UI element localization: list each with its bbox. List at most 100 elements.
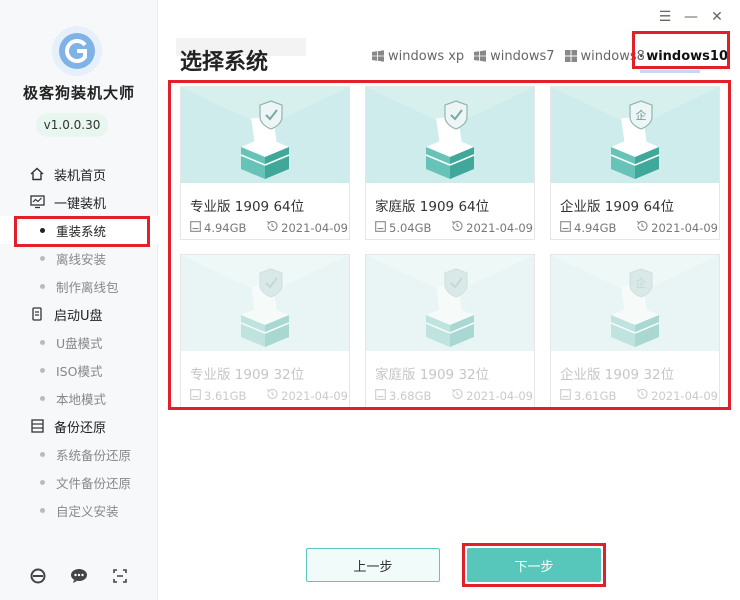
bullet-icon <box>40 339 45 345</box>
backup-icon <box>28 417 46 435</box>
sidebar-item[interactable]: 一键装机 <box>0 188 158 216</box>
windows-icon <box>640 54 643 58</box>
system-name: 专业版 1909 32位 <box>190 367 305 383</box>
system-name: 家庭版 1909 64位 <box>375 199 490 215</box>
bullet-icon <box>40 367 45 373</box>
system-illustration <box>181 87 349 183</box>
system-size: 3.61GB <box>574 388 617 403</box>
sidebar-item[interactable]: ISO模式 <box>0 356 158 384</box>
sidebar-item-label: U盘模式 <box>56 335 103 351</box>
os-tabs: windows xp windows7 windows8 windows10 <box>372 44 728 68</box>
system-meta: 4.94GB 2021-04-09 <box>560 220 718 235</box>
scan-icon[interactable] <box>110 566 130 586</box>
sidebar-item[interactable]: 启动U盘 <box>0 300 158 328</box>
svg-text:企: 企 <box>636 108 647 122</box>
sidebar-item-label: ISO模式 <box>56 363 103 379</box>
tab-windows10[interactable]: windows10 <box>640 49 728 64</box>
system-name: 家庭版 1909 32位 <box>375 367 490 383</box>
system-date: 2021-04-09 <box>466 388 533 403</box>
history-icon <box>451 220 463 235</box>
sidebar-item[interactable]: 备份还原 <box>0 412 158 440</box>
system-size: 3.61GB <box>204 388 247 403</box>
tab-windows7[interactable]: windows7 <box>474 49 555 64</box>
system-meta: 3.61GB 2021-04-09 <box>560 388 718 403</box>
windows-icon <box>372 50 384 62</box>
sidebar-item[interactable]: 系统备份还原 <box>0 440 158 468</box>
sidebar-item[interactable]: 本地模式 <box>0 384 158 412</box>
system-card[interactable]: 家庭版 1909 64位 5.04GB 2021-04-09 <box>365 86 535 240</box>
system-illustration <box>366 255 534 351</box>
system-date: 2021-04-09 <box>651 220 718 235</box>
sidebar-item-label: 本地模式 <box>56 391 107 407</box>
sidebar: 极客狗装机大师 v1.0.0.30 装机首页一键装机重装系统离线安装制作离线包启… <box>0 0 158 600</box>
system-card[interactable]: 专业版 1909 64位 4.94GB 2021-04-09 <box>180 86 350 240</box>
bullet-icon <box>40 395 45 401</box>
history-icon <box>266 220 278 235</box>
sidebar-footer <box>0 566 158 586</box>
tab-windows8[interactable]: windows8 <box>564 49 645 64</box>
sidebar-item-label: 备份还原 <box>54 420 107 436</box>
bullet-icon <box>40 479 45 485</box>
prev-button[interactable]: 上一步 <box>306 548 440 582</box>
bullet-icon <box>40 283 45 289</box>
system-meta: 4.94GB 2021-04-09 <box>190 220 348 235</box>
system-grid: 专业版 1909 64位 4.94GB 2021-04-09 家庭版 1909 64位… <box>180 86 720 408</box>
system-illustration: 企 <box>551 87 719 183</box>
bullet-icon <box>40 255 45 261</box>
sidebar-item-label: 离线安装 <box>56 251 107 267</box>
sidebar-item[interactable]: 重装系统 <box>0 216 158 244</box>
sidebar-item[interactable]: U盘模式 <box>0 328 158 356</box>
sidebar-item[interactable]: 装机首页 <box>0 160 158 188</box>
disk-icon <box>375 388 386 403</box>
active-tab-indicator <box>640 70 700 73</box>
sidebar-item-label: 一键装机 <box>54 196 107 212</box>
system-name: 企业版 1909 32位 <box>560 367 675 383</box>
sidebar-item[interactable]: 离线安装 <box>0 244 158 272</box>
sidebar-item-label: 制作离线包 <box>56 279 119 295</box>
monitor-icon <box>28 193 46 211</box>
windows-icon <box>474 50 487 62</box>
system-meta: 3.61GB 2021-04-09 <box>190 388 348 403</box>
sidebar-item[interactable]: 制作离线包 <box>0 272 158 300</box>
system-card[interactable]: 企企业版 1909 32位 3.61GB 2021-04-09 <box>550 254 720 408</box>
system-card[interactable]: 企企业版 1909 64位 4.94GB 2021-04-09 <box>550 86 720 240</box>
close-icon[interactable]: ✕ <box>710 9 724 25</box>
system-date: 2021-04-09 <box>651 388 718 403</box>
app-logo <box>52 26 102 76</box>
sidebar-item[interactable]: 文件备份还原 <box>0 468 158 496</box>
minimize-icon[interactable]: — <box>684 9 698 25</box>
home-icon <box>28 165 46 183</box>
system-size: 3.68GB <box>389 388 432 403</box>
window-controls: ☰ — ✕ <box>658 9 724 25</box>
sidebar-item[interactable]: 自定义安装 <box>0 496 158 524</box>
disk-icon <box>560 388 571 403</box>
svg-text:企: 企 <box>636 276 647 290</box>
system-name: 企业版 1909 64位 <box>560 199 675 215</box>
browser-icon[interactable] <box>28 566 48 586</box>
history-icon <box>636 220 648 235</box>
disk-icon <box>190 388 201 403</box>
usb-icon <box>28 305 46 323</box>
history-icon <box>266 388 278 403</box>
chat-icon[interactable] <box>69 566 89 586</box>
system-illustration <box>181 255 349 351</box>
app-name: 极客狗装机大师 <box>22 84 135 102</box>
system-date: 2021-04-09 <box>281 220 348 235</box>
system-card[interactable]: 专业版 1909 32位 3.61GB 2021-04-09 <box>180 254 350 408</box>
system-meta: 3.68GB 2021-04-09 <box>375 388 533 403</box>
sidebar-item-label: 启动U盘 <box>54 308 103 324</box>
system-date: 2021-04-09 <box>466 220 533 235</box>
next-button[interactable]: 下一步 <box>467 548 601 582</box>
system-card[interactable]: 家庭版 1909 32位 3.68GB 2021-04-09 <box>365 254 535 408</box>
system-date: 2021-04-09 <box>281 388 348 403</box>
version-badge: v1.0.0.30 <box>36 113 108 137</box>
sidebar-item-label: 文件备份还原 <box>56 475 132 491</box>
bullet-icon <box>40 227 45 233</box>
menu-icon[interactable]: ☰ <box>658 9 672 25</box>
history-icon <box>636 388 648 403</box>
tab-windows-xp[interactable]: windows xp <box>372 49 464 64</box>
history-icon <box>451 388 463 403</box>
sidebar-item-label: 系统备份还原 <box>56 447 132 463</box>
sidebar-item-label: 重装系统 <box>56 223 107 239</box>
disk-icon <box>190 220 201 235</box>
